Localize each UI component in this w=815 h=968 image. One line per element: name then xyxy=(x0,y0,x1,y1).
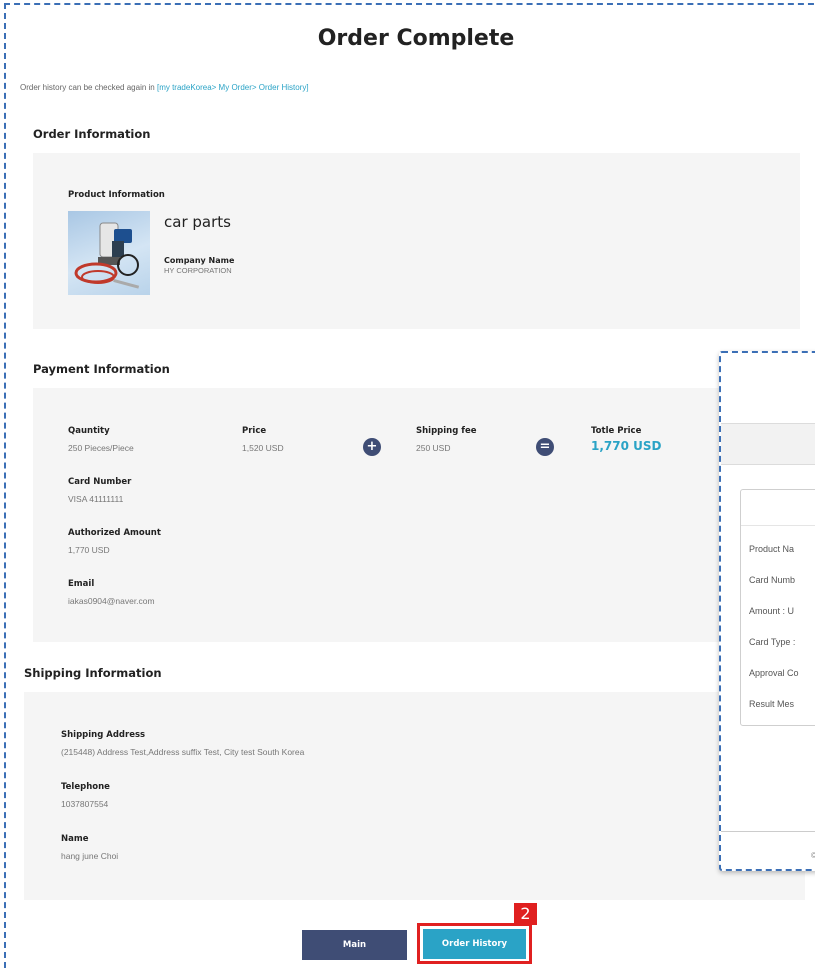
popup-card-header xyxy=(741,490,815,526)
equals-icon: = xyxy=(536,438,554,456)
order-history-note: Order history can be checked again in [m… xyxy=(20,83,309,92)
shipping-information-title: Shipping Information xyxy=(24,666,162,680)
popup-footer-divider xyxy=(721,831,815,832)
card-number-label: Card Number xyxy=(68,477,132,487)
payment-result-popup: Product Na Card Numb Amount : U Card Typ… xyxy=(719,351,815,871)
popup-copyright-mark: © xyxy=(811,851,815,860)
shipping-fee-label: Shipping fee xyxy=(416,426,477,436)
popup-amount-row: Amount : U xyxy=(749,606,795,616)
order-history-button[interactable]: Order History xyxy=(423,929,526,959)
shipping-fee-value: 250 USD xyxy=(416,443,451,453)
telephone-value: 1037807554 xyxy=(61,799,109,809)
price-value: 1,520 USD xyxy=(242,443,284,453)
shipping-information-panel xyxy=(24,692,805,900)
name-label: Name xyxy=(61,834,89,844)
email-label: Email xyxy=(68,579,95,589)
popup-card-type-row: Card Type : xyxy=(749,637,796,647)
email-value: iakas0904@naver.com xyxy=(68,596,155,606)
shipping-address-value: (215448) Address Test,Address suffix Tes… xyxy=(61,747,305,757)
payment-information-title: Payment Information xyxy=(33,362,170,376)
authorized-amount-value: 1,770 USD xyxy=(68,545,110,555)
order-history-link[interactable]: [my tradeKorea> My Order> Order History] xyxy=(157,83,309,92)
product-information-label: Product Information xyxy=(68,190,165,200)
total-price-value: 1,770 USD xyxy=(591,439,662,453)
quantity-label: Qauntity xyxy=(68,426,110,436)
popup-approval-code-row: Approval Co xyxy=(749,668,799,678)
shipping-address-label: Shipping Address xyxy=(61,730,146,740)
telephone-label: Telephone xyxy=(61,782,110,792)
main-button[interactable]: Main xyxy=(302,930,407,960)
plus-icon: + xyxy=(363,438,381,456)
total-price-label: Totle Price xyxy=(591,426,642,436)
quantity-value: 250 Pieces/Piece xyxy=(68,443,134,453)
price-label: Price xyxy=(242,426,267,436)
company-name-label: Company Name xyxy=(164,256,235,265)
authorized-amount-label: Authorized Amount xyxy=(68,528,161,538)
history-note-text: Order history can be checked again in xyxy=(20,83,157,92)
popup-product-name-row: Product Na xyxy=(749,544,795,554)
popup-result-message-row: Result Mes xyxy=(749,699,795,709)
product-name: car parts xyxy=(164,213,231,231)
product-image xyxy=(68,211,150,295)
page-title: Order Complete xyxy=(317,26,515,51)
car-parts-image xyxy=(74,222,140,289)
name-value: hang june Choi xyxy=(61,851,119,861)
popup-card-number-row: Card Numb xyxy=(749,575,796,585)
annotation-step-badge: 2 xyxy=(514,903,537,925)
company-name-value: HY CORPORATION xyxy=(164,266,232,275)
popup-header-band xyxy=(721,423,815,465)
order-information-title: Order Information xyxy=(33,127,151,141)
card-number-value: VISA 41111111 xyxy=(68,494,124,504)
